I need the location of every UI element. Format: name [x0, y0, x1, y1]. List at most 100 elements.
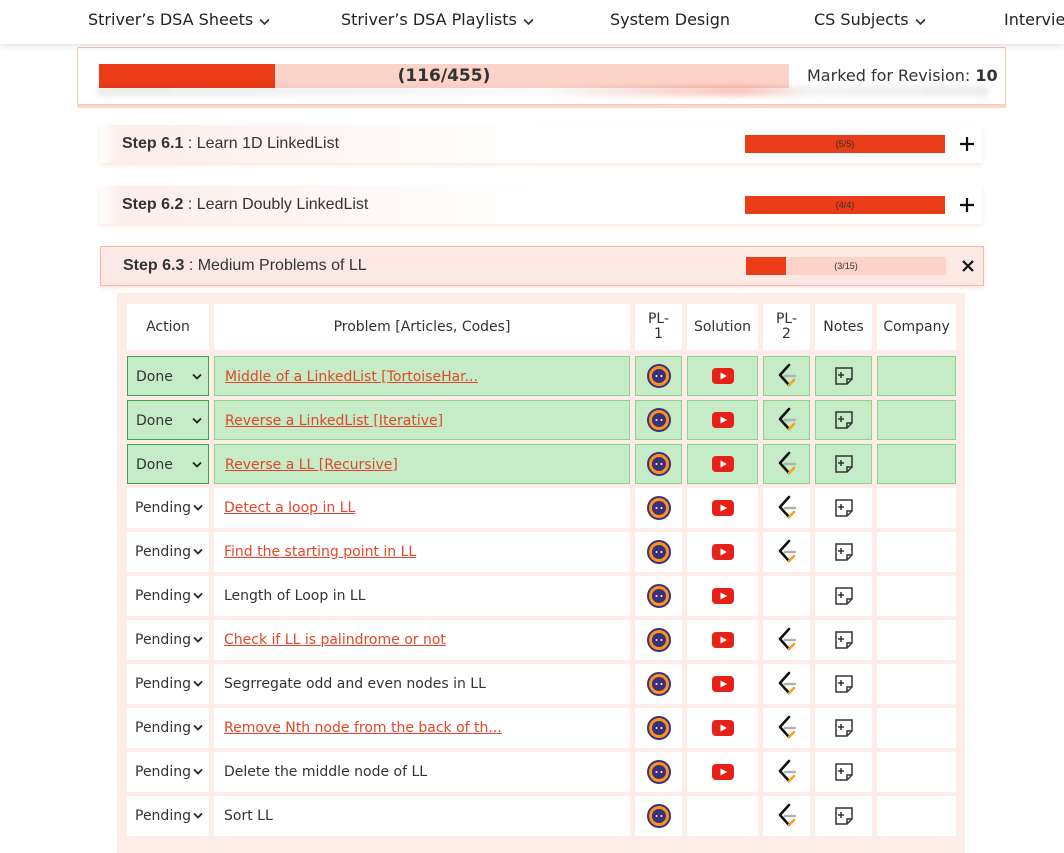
expand-plus-icon[interactable] [957, 134, 977, 154]
leetcode-icon[interactable] [776, 363, 798, 389]
top-navigation: Striver’s DSA Sheets Striver’s DSA Playl… [0, 0, 1064, 44]
status-select[interactable]: Pending [127, 664, 209, 704]
add-note-icon[interactable] [833, 541, 855, 563]
coding-ninjas-icon[interactable] [646, 495, 672, 521]
youtube-icon[interactable] [711, 544, 734, 560]
coding-ninjas-icon[interactable] [646, 671, 672, 697]
youtube-icon[interactable] [711, 456, 734, 472]
add-note-icon[interactable] [833, 365, 855, 387]
coding-ninjas-icon[interactable] [646, 407, 672, 433]
cell-solution [687, 576, 758, 616]
status-select[interactable]: Done [127, 400, 209, 440]
add-note-icon[interactable] [833, 805, 855, 827]
problem-link[interactable]: Reverse a LL [Recursive] [214, 444, 630, 484]
cell-company [877, 620, 956, 660]
collapse-close-icon[interactable] [958, 256, 978, 276]
leetcode-icon[interactable] [776, 407, 798, 433]
coding-ninjas-icon[interactable] [646, 759, 672, 785]
status-value: Pending [135, 808, 191, 824]
status-select[interactable]: Pending [127, 532, 209, 572]
step-6-1[interactable]: Step 6.1 : Learn 1D LinkedList (5/5) [100, 125, 982, 163]
step-6-3[interactable]: Step 6.3 : Medium Problems of LL (3/15) [100, 246, 984, 286]
cell-notes [815, 488, 872, 528]
header-company: Company [877, 304, 956, 350]
add-note-icon[interactable] [833, 761, 855, 783]
youtube-icon[interactable] [711, 632, 734, 648]
cell-pl1 [635, 444, 682, 484]
leetcode-icon[interactable] [776, 715, 798, 741]
status-select[interactable]: Pending [127, 752, 209, 792]
leetcode-icon[interactable] [776, 451, 798, 477]
status-value: Pending [135, 764, 191, 780]
coding-ninjas-icon[interactable] [646, 803, 672, 829]
cell-notes [815, 796, 872, 836]
status-value: Done [136, 369, 173, 385]
step-number: Step 6.3 [123, 257, 185, 274]
coding-ninjas-icon[interactable] [646, 583, 672, 609]
status-value: Pending [135, 632, 191, 648]
youtube-icon[interactable] [711, 764, 734, 780]
chevron-down-icon [193, 664, 203, 704]
cell-company [877, 400, 956, 440]
leetcode-icon[interactable] [776, 495, 798, 521]
expand-plus-icon[interactable] [957, 195, 977, 215]
step-progress-bar: (3/15) [746, 257, 946, 275]
coding-ninjas-icon[interactable] [646, 363, 672, 389]
problem-link[interactable]: Reverse a LinkedList [Iterative] [214, 400, 630, 440]
problem-link[interactable]: Detect a loop in LL [214, 488, 630, 528]
cell-company [877, 532, 956, 572]
cell-company [877, 444, 956, 484]
youtube-icon[interactable] [711, 588, 734, 604]
coding-ninjas-icon[interactable] [646, 539, 672, 565]
status-select[interactable]: Pending [127, 796, 209, 836]
nav-cs-subjects[interactable]: CS Subjects [814, 0, 926, 40]
status-select[interactable]: Done [127, 444, 209, 484]
chevron-down-icon [193, 708, 203, 748]
add-note-icon[interactable] [833, 673, 855, 695]
status-select[interactable]: Pending [127, 488, 209, 528]
step-progress-text: (3/15) [834, 261, 858, 271]
coding-ninjas-icon[interactable] [646, 627, 672, 653]
add-note-icon[interactable] [833, 453, 855, 475]
youtube-icon[interactable] [711, 500, 734, 516]
step-6-2[interactable]: Step 6.2 : Learn Doubly LinkedList (4/4) [100, 186, 982, 224]
add-note-icon[interactable] [833, 497, 855, 519]
coding-ninjas-icon[interactable] [646, 451, 672, 477]
youtube-icon[interactable] [711, 368, 734, 384]
step-number: Step 6.1 [122, 135, 184, 152]
leetcode-icon[interactable] [776, 671, 798, 697]
youtube-icon[interactable] [711, 720, 734, 736]
nav-system-design[interactable]: System Design [610, 0, 730, 40]
cell-company [877, 708, 956, 748]
leetcode-icon[interactable] [776, 803, 798, 829]
leetcode-icon[interactable] [776, 539, 798, 565]
problem-link[interactable]: Middle of a LinkedList [TortoiseHar... [214, 356, 630, 396]
cell-notes [815, 752, 872, 792]
chevron-down-icon [192, 401, 202, 441]
leetcode-icon[interactable] [776, 627, 798, 653]
status-select[interactable]: Pending [127, 620, 209, 660]
coding-ninjas-icon[interactable] [646, 715, 672, 741]
header-action: Action [127, 304, 209, 350]
add-note-icon[interactable] [833, 717, 855, 739]
leetcode-icon[interactable] [776, 759, 798, 785]
youtube-icon[interactable] [711, 412, 734, 428]
status-select[interactable]: Done [127, 356, 209, 396]
nav-dsa-playlists[interactable]: Striver’s DSA Playlists [341, 0, 534, 40]
status-select[interactable]: Pending [127, 576, 209, 616]
add-note-icon[interactable] [833, 585, 855, 607]
problem-link[interactable]: Find the starting point in LL [214, 532, 630, 572]
cell-solution [687, 664, 758, 704]
problem-link[interactable]: Remove Nth node from the back of th... [214, 708, 630, 748]
nav-dsa-sheets[interactable]: Striver’s DSA Sheets [88, 0, 270, 40]
status-select[interactable]: Pending [127, 708, 209, 748]
add-note-icon[interactable] [833, 409, 855, 431]
cell-solution [687, 796, 758, 836]
youtube-icon[interactable] [711, 676, 734, 692]
add-note-icon[interactable] [833, 629, 855, 651]
chevron-down-icon [193, 620, 203, 660]
cell-pl2 [763, 708, 810, 748]
problem-link[interactable]: Check if LL is palindrome or not [214, 620, 630, 660]
nav-interview[interactable]: Intervie [1004, 0, 1064, 40]
revision-counter: Marked for Revision: 10 [807, 66, 998, 85]
